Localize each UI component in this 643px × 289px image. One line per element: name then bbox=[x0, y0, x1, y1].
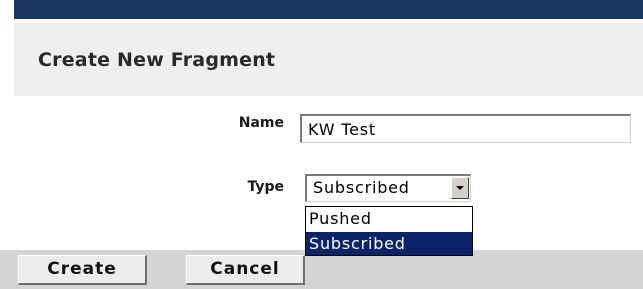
create-button[interactable]: Create bbox=[18, 255, 147, 285]
page-title: Create New Fragment bbox=[38, 49, 276, 71]
cancel-button[interactable]: Cancel bbox=[186, 255, 305, 285]
type-label: Type bbox=[247, 179, 284, 195]
type-option-pushed[interactable]: Pushed bbox=[306, 207, 472, 230]
type-option-subscribed[interactable]: Subscribed bbox=[306, 232, 472, 255]
type-select[interactable]: Subscribed bbox=[305, 174, 471, 202]
name-input[interactable]: KW Test bbox=[300, 114, 631, 143]
name-label: Name bbox=[238, 115, 284, 131]
chevron-down-icon[interactable] bbox=[451, 177, 469, 199]
type-select-value: Subscribed bbox=[313, 178, 410, 197]
type-dropdown-list: Pushed Subscribed bbox=[305, 206, 473, 256]
header-bar bbox=[14, 0, 643, 19]
